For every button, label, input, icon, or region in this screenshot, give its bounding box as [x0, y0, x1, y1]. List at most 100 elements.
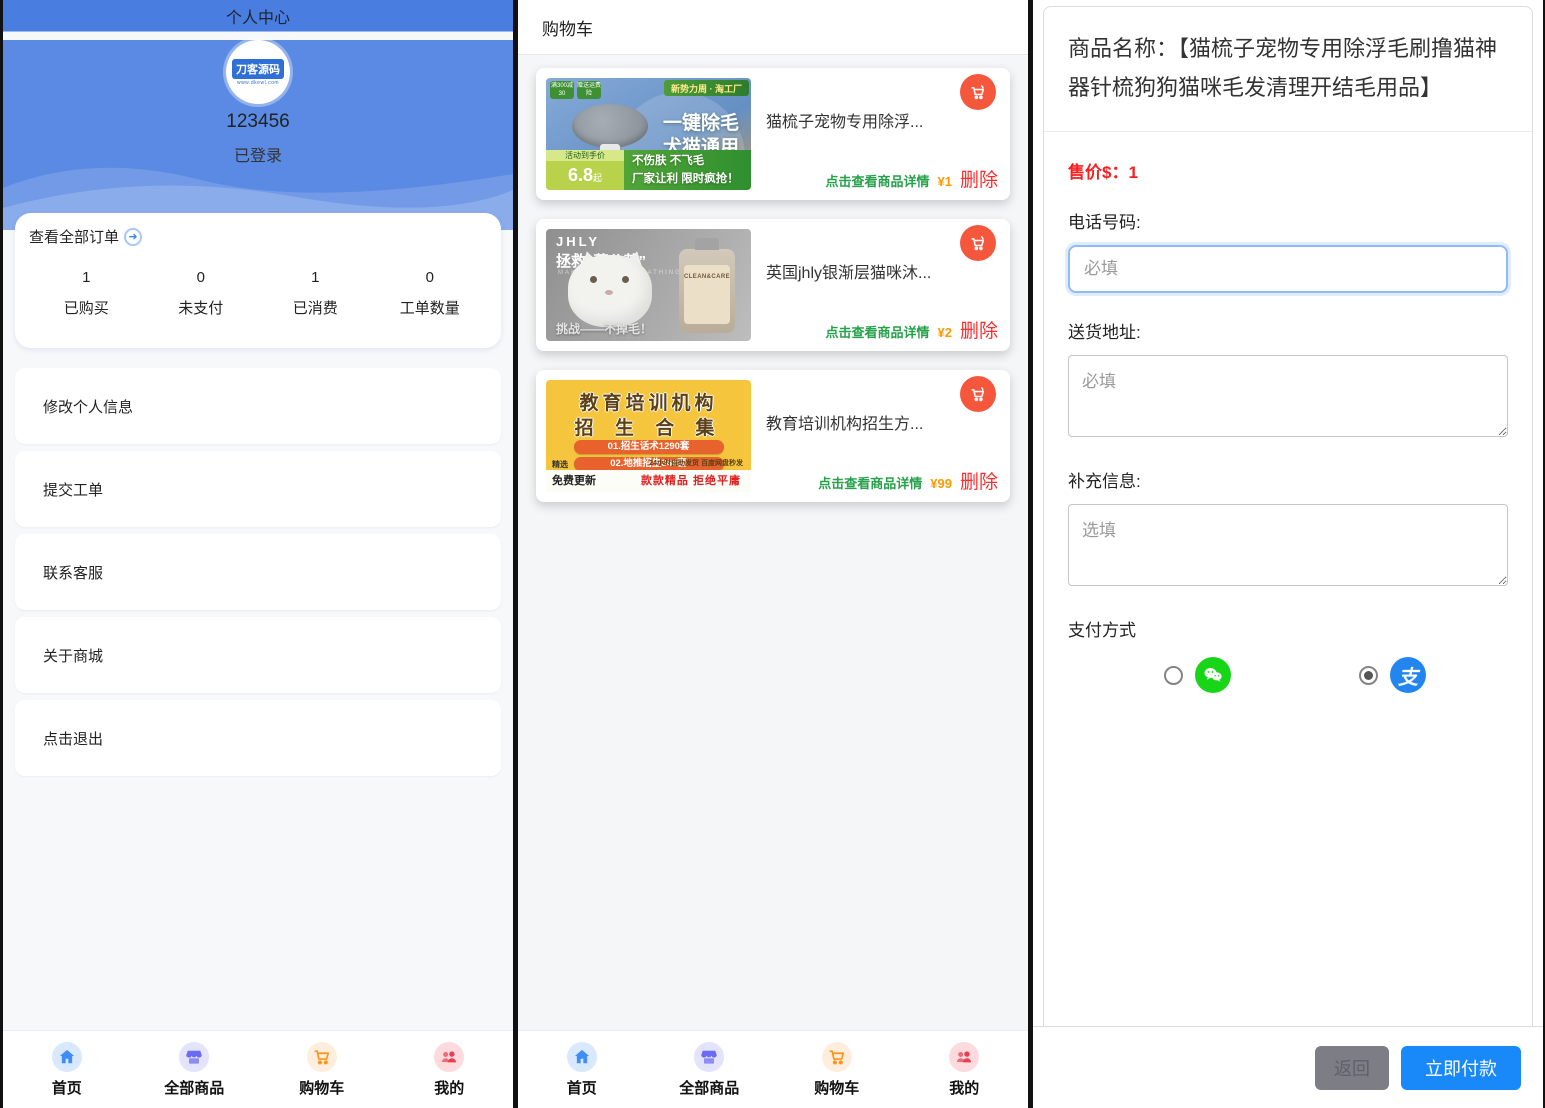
- tab-label: 全部商品: [164, 1077, 224, 1098]
- product-name: 商品名称：【猫梳子宠物专用除浮毛刷撸猫神器针梳狗狗猫咪毛发清理开结毛用品】: [1068, 29, 1508, 107]
- tab-label: 全部商品: [679, 1077, 739, 1098]
- tab-label: 首页: [52, 1077, 82, 1098]
- alipay-pay-option[interactable]: 支: [1359, 657, 1426, 693]
- payment-options: 支: [1068, 657, 1508, 693]
- cart-item-brush[interactable]: 满300减30 赠送运费险 新势力周 · 淘工厂 一键除毛 犬猫通用 不伤肤 不…: [536, 68, 1010, 200]
- image-title: 教育培训机构: [546, 388, 751, 415]
- delete-button[interactable]: 删除: [960, 467, 998, 494]
- tab-cart[interactable]: 购物车: [773, 1031, 901, 1108]
- store-icon: [694, 1042, 724, 1072]
- stat-tickets: 0 工单数量: [373, 269, 488, 318]
- image-price-tag: 活动到手价6.8起: [546, 150, 624, 190]
- stats-row: 1 已购买 0 未支付 1 已消费 0 工单数量: [29, 269, 487, 318]
- image-promo-lines: 不伤肤 不飞毛 厂家让利 限时疯抢！: [632, 152, 745, 188]
- tab-home[interactable]: 首页: [3, 1031, 131, 1108]
- app-root: 个人中心 刀客源码 www.dkewl.com 123456 已登录 查看全部订…: [0, 0, 1545, 1108]
- tab-mine[interactable]: 我的: [901, 1031, 1029, 1108]
- image-caption: 挑战——不掉毛！: [556, 320, 652, 337]
- people-icon: [949, 1042, 979, 1072]
- phone-input[interactable]: [1068, 245, 1508, 293]
- avatar[interactable]: 刀客源码 www.dkewl.com: [226, 40, 290, 104]
- cart-icon: [307, 1042, 337, 1072]
- view-all-orders-link[interactable]: 查看全部订单 ➜: [29, 226, 487, 247]
- stat-value: 1: [29, 269, 144, 286]
- product-image-education: 教育培训机构 招 生 合 集 01.招生话术1290套 02.地推招生368套 …: [546, 380, 751, 492]
- item-price: ¥99: [930, 476, 952, 491]
- tab-cart[interactable]: 购物车: [258, 1031, 386, 1108]
- home-icon: [567, 1042, 597, 1072]
- menu-item-contact-support[interactable]: 联系客服: [15, 534, 501, 610]
- promo-badge: 赠送运费险: [577, 81, 601, 99]
- bottle-graphic: CLEAN&CARE: [679, 249, 735, 333]
- profile-menu: 修改个人信息 提交工单 联系客服 关于商城 点击退出: [3, 368, 513, 776]
- address-textarea[interactable]: [1068, 355, 1508, 437]
- back-button[interactable]: 返回: [1315, 1046, 1389, 1090]
- cart-list: 满300减30 赠送运费险 新势力周 · 淘工厂 一键除毛 犬猫通用 不伤肤 不…: [518, 55, 1028, 502]
- image-brand: JHLY: [556, 234, 600, 249]
- menu-item-label: 关于商城: [43, 645, 103, 666]
- cart-item-education[interactable]: 教育培训机构 招 生 合 集 01.招生话术1290套 02.地推招生368套 …: [536, 370, 1010, 502]
- stat-value: 0: [144, 269, 259, 286]
- tab-all-products[interactable]: 全部商品: [646, 1031, 774, 1108]
- promo-badge: 满300减30: [550, 81, 574, 99]
- username: 123456: [3, 111, 513, 133]
- cart-icon: [822, 1042, 852, 1072]
- tab-mine[interactable]: 我的: [386, 1031, 514, 1108]
- item-price: ¥2: [938, 325, 952, 340]
- tab-label: 购物车: [299, 1077, 344, 1098]
- stat-label: 已消费: [258, 297, 373, 318]
- store-icon: [179, 1042, 209, 1072]
- tab-label: 我的: [949, 1077, 979, 1098]
- profile-header: 个人中心: [3, 0, 513, 32]
- menu-item-label: 提交工单: [43, 479, 103, 500]
- promo-banner: 新势力周 · 淘工厂: [664, 80, 749, 96]
- orders-card: 查看全部订单 ➜ 1 已购买 0 未支付 1 已消费 0 工单数量: [15, 213, 501, 348]
- delete-button[interactable]: 删除: [960, 165, 998, 192]
- cart-badge-icon: [960, 376, 996, 412]
- cart-item-footer: 点击查看商品详情 ¥1 删除: [826, 165, 999, 192]
- menu-item-logout[interactable]: 点击退出: [15, 700, 501, 776]
- tabbar-profile: 首页 全部商品 购物车 我的: [3, 1030, 513, 1108]
- view-detail-link[interactable]: 点击查看商品详情: [826, 322, 930, 341]
- wechat-pay-option[interactable]: [1164, 657, 1231, 693]
- menu-item-about-mall[interactable]: 关于商城: [15, 617, 501, 693]
- wechat-radio[interactable]: [1164, 666, 1183, 685]
- extra-info-textarea[interactable]: [1068, 504, 1508, 586]
- cart-item-shampoo[interactable]: JHLY 拯救“蒲公英” MAKE CATS LOVE BATHING CLEA…: [536, 219, 1010, 351]
- cart-item-footer: 点击查看商品详情 ¥99 删除: [818, 467, 998, 494]
- delete-button[interactable]: 删除: [960, 316, 998, 343]
- stat-purchased: 1 已购买: [29, 269, 144, 318]
- profile-screen: 个人中心 刀客源码 www.dkewl.com 123456 已登录 查看全部订…: [0, 0, 515, 1108]
- address-label: 送货地址:: [1068, 318, 1508, 343]
- avatar-site-text: www.dkewl.com: [237, 80, 279, 86]
- stat-label: 未支付: [144, 297, 259, 318]
- cart-item-title: 英国jhly银渐层猫咪沐...: [766, 259, 944, 283]
- image-slogan: 款款精品 拒绝平庸: [641, 472, 741, 488]
- tab-home[interactable]: 首页: [518, 1031, 646, 1108]
- view-detail-link[interactable]: 点击查看商品详情: [826, 171, 930, 190]
- image-tag: 精选: [552, 459, 568, 470]
- pay-now-button[interactable]: 立即付款: [1401, 1046, 1521, 1090]
- order-form-card: 商品名称：【猫梳子宠物专用除浮毛刷撸猫神器针梳狗狗猫咪毛发清理开结毛用品】 售价…: [1043, 6, 1533, 1026]
- menu-item-submit-ticket[interactable]: 提交工单: [15, 451, 501, 527]
- sale-price: 售价$：1: [1068, 158, 1508, 183]
- view-detail-link[interactable]: 点击查看商品详情: [818, 473, 922, 492]
- payment-method-label: 支付方式: [1068, 616, 1508, 641]
- image-note: 24小时自助发货 百度网盘秒发: [649, 458, 743, 468]
- tab-label: 我的: [434, 1077, 464, 1098]
- menu-item-edit-info[interactable]: 修改个人信息: [15, 368, 501, 444]
- alipay-radio[interactable]: [1359, 666, 1378, 685]
- image-subtitle: 招 生 合 集: [546, 413, 751, 440]
- profile-hero: 刀客源码 www.dkewl.com 123456 已登录: [3, 40, 513, 230]
- tabbar-cart: 首页 全部商品 购物车 我的: [518, 1030, 1028, 1108]
- phone-label: 电话号码:: [1068, 208, 1508, 233]
- cart-badge-icon: [960, 225, 996, 261]
- login-status: 已登录: [3, 142, 513, 166]
- avatar-brand-text: 刀客源码: [232, 59, 284, 79]
- stat-label: 已购买: [29, 297, 144, 318]
- tab-all-products[interactable]: 全部商品: [131, 1031, 259, 1108]
- tab-label: 购物车: [814, 1077, 859, 1098]
- profile-title: 个人中心: [226, 4, 290, 28]
- stat-label: 工单数量: [373, 297, 488, 318]
- item-price: ¥1: [938, 174, 952, 189]
